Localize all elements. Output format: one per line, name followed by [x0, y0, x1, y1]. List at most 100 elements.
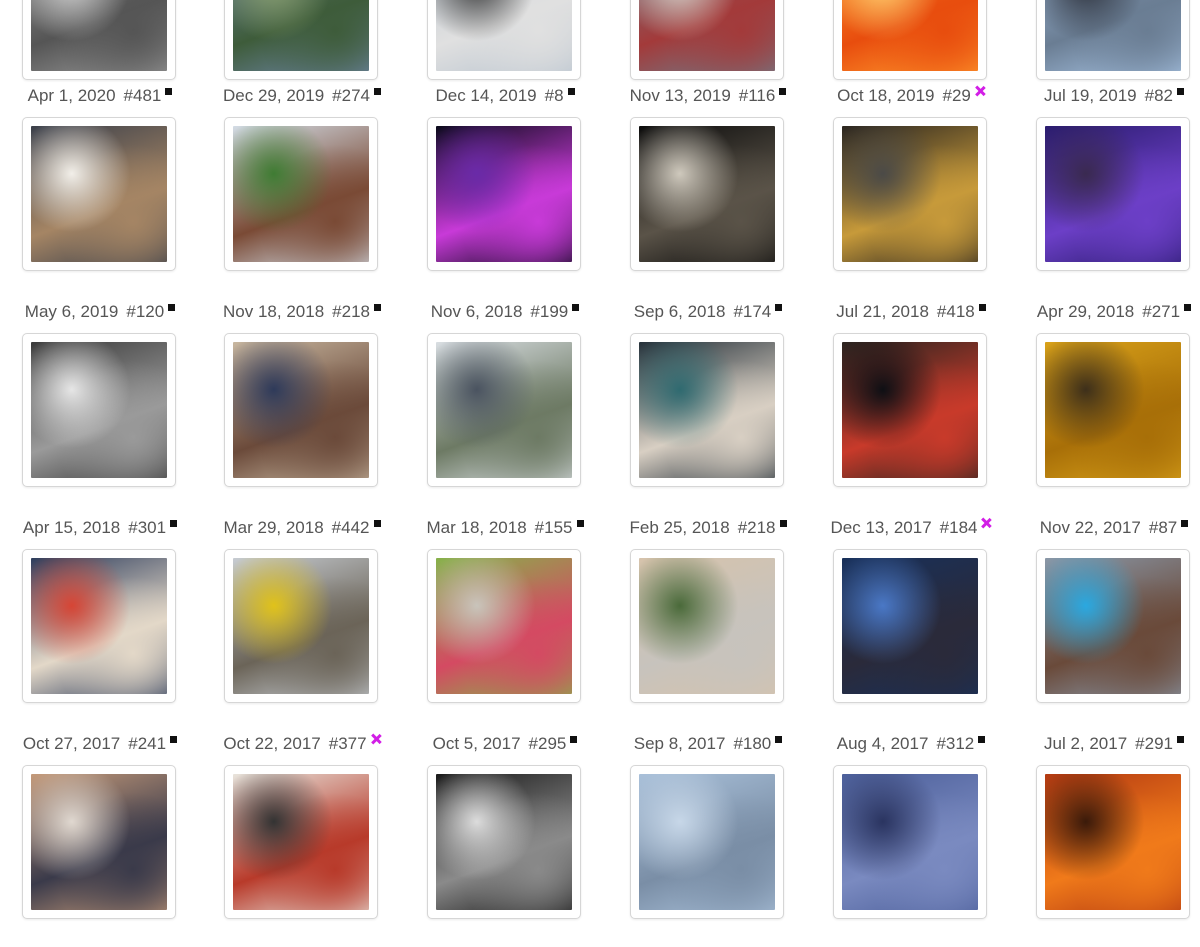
photo-frame[interactable]	[224, 0, 378, 80]
photo-frame[interactable]	[833, 333, 987, 487]
photo-cell[interactable]: Aug 4, 2017 #312	[811, 731, 1011, 947]
square-marker-icon	[978, 303, 986, 311]
photo-cell[interactable]: Sep 8, 2017 #180	[608, 731, 808, 947]
photo-thumbnail[interactable]	[639, 774, 775, 910]
photo-cell[interactable]: Apr 1, 2020 #481	[0, 83, 200, 299]
photo-frame[interactable]	[833, 765, 987, 919]
photo-thumbnail[interactable]	[233, 126, 369, 262]
photo-frame[interactable]	[22, 0, 176, 80]
photo-frame[interactable]	[630, 765, 784, 919]
photo-thumbnail[interactable]	[842, 126, 978, 262]
photo-thumbnail[interactable]	[436, 774, 572, 910]
photo-frame[interactable]	[833, 549, 987, 703]
photo-cell[interactable]: Mar 18, 2018 #155	[405, 515, 605, 731]
photo-cell[interactable]: Oct 5, 2017 #295	[405, 731, 605, 947]
photo-thumbnail[interactable]	[31, 558, 167, 694]
photo-number: #418	[936, 302, 975, 321]
photo-thumbnail[interactable]	[233, 558, 369, 694]
photo-frame[interactable]	[1036, 549, 1190, 703]
photo-frame[interactable]	[22, 333, 176, 487]
photo-frame[interactable]	[630, 0, 784, 80]
photo-frame[interactable]	[427, 0, 581, 80]
photo-frame[interactable]	[224, 765, 378, 919]
photo-frame[interactable]	[22, 549, 176, 703]
photo-frame[interactable]	[427, 117, 581, 271]
photo-thumbnail[interactable]	[1045, 774, 1181, 910]
photo-caption: Mar 29, 2018 #442	[202, 515, 402, 541]
photo-frame[interactable]	[833, 0, 987, 80]
photo-date: Apr 29, 2018	[1036, 302, 1135, 321]
photo-thumbnail[interactable]	[1045, 0, 1181, 71]
photo-thumbnail[interactable]	[31, 126, 167, 262]
photo-frame[interactable]	[427, 765, 581, 919]
photo-thumbnail[interactable]	[842, 774, 978, 910]
photo-frame[interactable]	[1036, 765, 1190, 919]
photo-thumbnail[interactable]	[842, 0, 978, 71]
photo-cell[interactable]: Oct 18, 2019 #29	[811, 83, 1011, 299]
photo-frame[interactable]	[427, 333, 581, 487]
photo-cell[interactable]: Jul 19, 2019 #82	[1014, 83, 1200, 299]
photo-frame[interactable]	[22, 765, 176, 919]
photo-cell[interactable]: Nov 13, 2019 #116	[608, 83, 808, 299]
photo-cell[interactable]: Nov 18, 2018 #218	[202, 299, 402, 515]
photo-frame[interactable]	[833, 117, 987, 271]
photo-thumbnail[interactable]	[639, 126, 775, 262]
photo-frame[interactable]	[630, 117, 784, 271]
photo-caption: Apr 29, 2018 #271	[1014, 299, 1200, 325]
photo-caption: Apr 1, 2020 #481	[0, 83, 200, 109]
photo-frame[interactable]	[1036, 117, 1190, 271]
photo-frame[interactable]	[427, 549, 581, 703]
square-marker-icon	[170, 735, 178, 743]
photo-caption: Jul 2, 2017 #291	[1014, 731, 1200, 757]
square-marker-icon	[576, 519, 584, 527]
photo-caption: Oct 18, 2019 #29	[811, 83, 1011, 109]
photo-frame[interactable]	[1036, 333, 1190, 487]
photo-cell[interactable]: Sep 6, 2018 #174	[608, 299, 808, 515]
photo-cell[interactable]: Mar 29, 2018 #442	[202, 515, 402, 731]
photo-thumbnail[interactable]	[1045, 342, 1181, 478]
photo-cell[interactable]: Nov 6, 2018 #199	[405, 299, 605, 515]
photo-thumbnail[interactable]	[233, 774, 369, 910]
photo-thumbnail[interactable]	[436, 558, 572, 694]
photo-thumbnail[interactable]	[233, 342, 369, 478]
photo-thumbnail[interactable]	[233, 0, 369, 71]
photo-cell[interactable]: Feb 25, 2018 #218	[608, 515, 808, 731]
photo-thumbnail[interactable]	[639, 558, 775, 694]
photo-thumbnail[interactable]	[436, 0, 572, 71]
photo-thumbnail[interactable]	[1045, 126, 1181, 262]
square-marker-icon	[1181, 519, 1189, 527]
photo-cell[interactable]: Dec 29, 2019 #274	[202, 83, 402, 299]
photo-thumbnail[interactable]	[639, 342, 775, 478]
photo-frame[interactable]	[22, 117, 176, 271]
photo-cell[interactable]: Dec 14, 2019 #8	[405, 83, 605, 299]
square-marker-icon	[373, 87, 381, 95]
photo-cell[interactable]: May 6, 2019 #120	[0, 299, 200, 515]
photo-thumbnail[interactable]	[842, 342, 978, 478]
photo-cell[interactable]: Nov 22, 2017 #87	[1014, 515, 1200, 731]
photo-thumbnail[interactable]	[31, 774, 167, 910]
photo-frame[interactable]	[1036, 0, 1190, 80]
photo-thumbnail[interactable]	[31, 342, 167, 478]
photo-caption: Dec 29, 2019 #274	[202, 83, 402, 109]
photo-cell[interactable]: Apr 15, 2018 #301	[0, 515, 200, 731]
photo-date: Aug 4, 2017	[836, 734, 929, 753]
photo-cell[interactable]: Jul 2, 2017 #291	[1014, 731, 1200, 947]
photo-thumbnail[interactable]	[639, 0, 775, 71]
photo-thumbnail[interactable]	[842, 558, 978, 694]
photo-frame[interactable]	[630, 549, 784, 703]
photo-thumbnail[interactable]	[1045, 558, 1181, 694]
photo-date: Apr 15, 2018	[22, 518, 121, 537]
photo-cell[interactable]: Dec 13, 2017 #184	[811, 515, 1011, 731]
photo-frame[interactable]	[630, 333, 784, 487]
photo-number: #199	[530, 302, 569, 321]
photo-cell[interactable]: Jul 21, 2018 #418	[811, 299, 1011, 515]
photo-cell[interactable]: Oct 27, 2017 #241	[0, 731, 200, 947]
photo-cell[interactable]: Oct 22, 2017 #377	[202, 731, 402, 947]
photo-thumbnail[interactable]	[31, 0, 167, 71]
photo-cell[interactable]: Apr 29, 2018 #271	[1014, 299, 1200, 515]
photo-frame[interactable]	[224, 117, 378, 271]
photo-thumbnail[interactable]	[436, 342, 572, 478]
photo-frame[interactable]	[224, 333, 378, 487]
photo-thumbnail[interactable]	[436, 126, 572, 262]
photo-frame[interactable]	[224, 549, 378, 703]
